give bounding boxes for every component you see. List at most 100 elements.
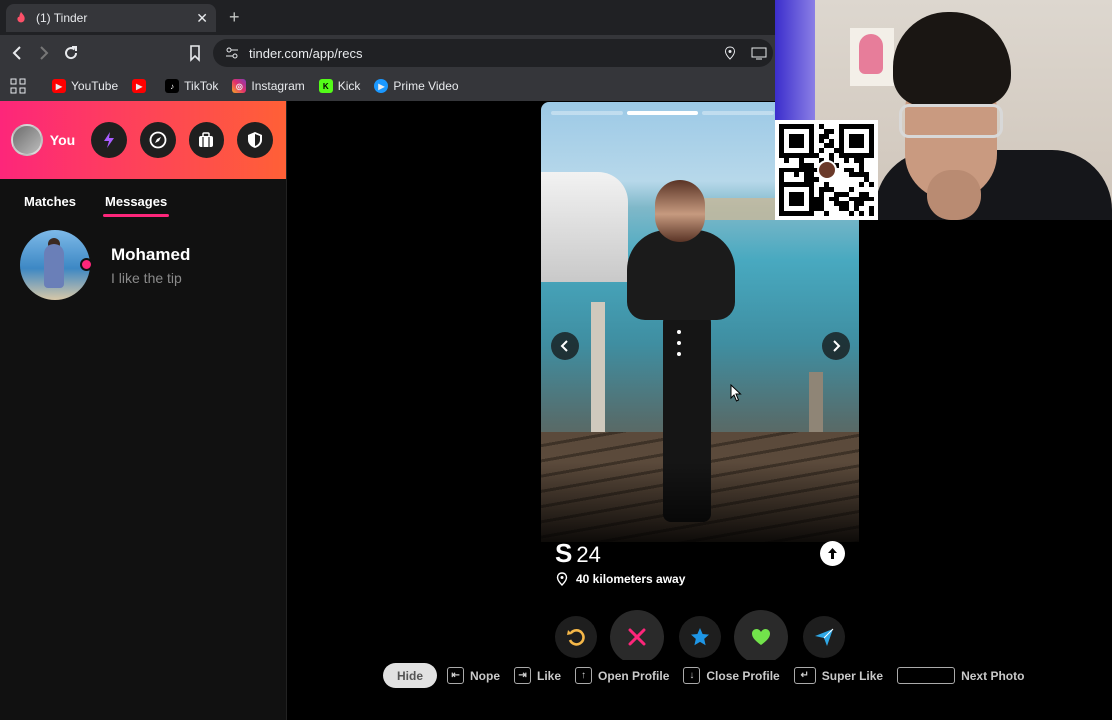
profile-distance: 40 kilometers away xyxy=(555,572,685,586)
screen: (1) Tinder ✕ + tinder.com/app/recs ▶ You… xyxy=(0,0,1112,720)
back-button[interactable] xyxy=(8,43,28,63)
sidebar-tabs: Matches Messages xyxy=(0,179,286,219)
new-tab-button[interactable]: + xyxy=(229,7,240,28)
streamer-glasses xyxy=(899,104,1003,138)
bookmark-youtube-2[interactable]: ▶ xyxy=(132,79,151,93)
hint-label: Close Profile xyxy=(706,668,780,683)
hint-label: Like xyxy=(537,668,562,683)
hint-open-profile: ↑ Open Profile xyxy=(575,667,669,684)
instagram-icon: ◎ xyxy=(232,79,247,93)
nope-button[interactable] xyxy=(610,610,664,660)
bookmark-kick[interactable]: K Kick xyxy=(318,79,361,93)
explore-button[interactable] xyxy=(139,122,176,158)
previous-photo-button[interactable] xyxy=(551,332,579,360)
like-button[interactable] xyxy=(734,610,788,660)
hint-label: Super Like xyxy=(821,668,884,683)
browser-toolbar: tinder.com/app/recs xyxy=(0,35,775,71)
super-like-button[interactable] xyxy=(679,616,721,658)
match-name: Mohamed xyxy=(111,244,191,264)
photo-bg-boat xyxy=(541,172,628,282)
boost-send-button[interactable] xyxy=(803,616,845,658)
forward-button[interactable] xyxy=(33,43,53,63)
reload-icon xyxy=(65,46,78,60)
address-bar[interactable]: tinder.com/app/recs xyxy=(213,39,773,67)
hint-like: ⇥ Like xyxy=(514,667,561,684)
bookmark-prime-video[interactable]: ▶ Prime Video xyxy=(374,79,459,93)
photo-bg-post xyxy=(591,302,605,452)
profile-name: S 24 xyxy=(555,538,601,569)
tab-close-icon[interactable]: ✕ xyxy=(196,10,208,27)
avatar-body xyxy=(44,244,64,288)
qr-code xyxy=(775,120,878,220)
rewind-icon xyxy=(567,629,585,646)
youtube-icon: ▶ xyxy=(52,79,66,93)
conversation-text: Mohamed I like the tip xyxy=(111,245,190,286)
match-avatar xyxy=(20,230,93,300)
webcam-bg-figure xyxy=(859,34,883,74)
tab-matches[interactable]: Matches xyxy=(24,194,76,219)
more-options-icon[interactable] xyxy=(675,330,683,356)
bookmark-label: YouTube xyxy=(71,79,119,93)
nope-icon xyxy=(628,628,646,646)
profile-age: 24 xyxy=(576,542,601,567)
down-key-icon: ↓ xyxy=(683,667,701,684)
space-key-icon xyxy=(897,667,956,684)
bookmark-youtube[interactable]: ▶ YouTube xyxy=(52,79,118,93)
distance-text: 40 kilometers away xyxy=(576,572,686,586)
compass-icon xyxy=(149,131,167,149)
bookmark-instagram[interactable]: ◎ Instagram xyxy=(232,79,305,93)
back-arrow-icon xyxy=(12,46,21,60)
forward-arrow-icon xyxy=(40,46,49,60)
briefcase-icon xyxy=(199,132,214,147)
browser-tab[interactable]: (1) Tinder ✕ xyxy=(6,4,216,32)
bookmark-label: Kick xyxy=(337,79,361,93)
photo-subject xyxy=(655,180,705,242)
hint-nope: ⇤ Nope xyxy=(447,667,500,684)
super-like-icon xyxy=(691,628,709,646)
sidebar: You Matches Messages Mohamed I like the … xyxy=(0,101,287,720)
bookmark-tiktok[interactable]: ♪ TikTok xyxy=(165,79,218,93)
action-buttons xyxy=(541,610,859,660)
hint-super-like: ↵ Super Like xyxy=(793,667,884,684)
my-profile-label[interactable]: You xyxy=(50,132,75,148)
location-pin-icon xyxy=(556,572,568,586)
boost-icon xyxy=(815,628,834,646)
youtube-icon: ▶ xyxy=(132,79,147,93)
photo-indicator-active xyxy=(626,111,698,115)
conversation-item[interactable]: Mohamed I like the tip xyxy=(20,230,190,300)
tab-messages[interactable]: Messages xyxy=(103,194,170,219)
boost-button[interactable] xyxy=(91,122,127,158)
browser-tab-bar: (1) Tinder ✕ + xyxy=(0,0,775,35)
safety-button[interactable] xyxy=(237,122,273,158)
cast-icon[interactable] xyxy=(751,46,767,60)
like-icon xyxy=(752,629,770,645)
my-avatar[interactable] xyxy=(11,124,43,156)
open-profile-button[interactable] xyxy=(820,541,845,566)
rewind-button[interactable] xyxy=(555,616,597,658)
left-key-icon: ⇤ xyxy=(447,667,465,684)
location-icon[interactable] xyxy=(723,46,737,60)
streamer-hair xyxy=(893,12,1011,106)
tab-title: (1) Tinder xyxy=(36,11,88,25)
chevron-left-icon xyxy=(560,340,568,352)
tinder-flame-icon xyxy=(17,11,25,23)
photo-subject xyxy=(627,230,735,320)
bookmarks-bar: ▶ YouTube ▶ ♪ TikTok ◎ Instagram K Kick … xyxy=(0,71,775,101)
arrow-up-icon xyxy=(828,548,837,559)
apps-grid-icon[interactable] xyxy=(10,78,26,94)
hint-label: Next Photo xyxy=(961,668,1025,683)
next-photo-button[interactable] xyxy=(822,332,850,360)
qr-module xyxy=(869,211,874,216)
work-mode-button[interactable] xyxy=(188,122,225,158)
hide-hints-button[interactable]: Hide xyxy=(383,663,438,688)
bookmark-label: Instagram xyxy=(251,79,305,93)
up-key-icon: ↑ xyxy=(575,667,593,684)
right-key-icon: ⇥ xyxy=(514,667,532,684)
chevron-right-icon xyxy=(833,340,841,352)
streamer-hand xyxy=(927,170,981,220)
url-text: tinder.com/app/recs xyxy=(249,45,363,61)
bookmark-button[interactable] xyxy=(185,43,205,63)
prime-video-icon: ▶ xyxy=(374,79,389,93)
reload-button[interactable] xyxy=(61,43,81,63)
sidebar-header: You xyxy=(0,101,286,179)
